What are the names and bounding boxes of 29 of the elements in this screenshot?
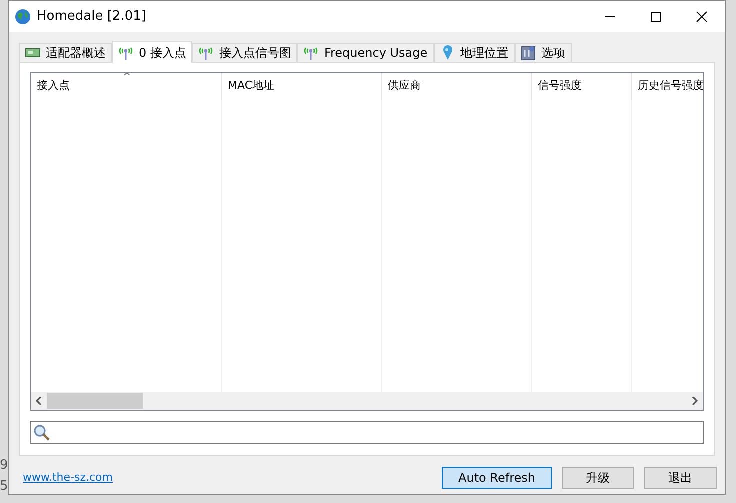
- button[interactable]: Auto Refresh: [442, 467, 552, 489]
- sort-indicator: ^: [123, 73, 132, 85]
- globe-icon: [15, 8, 31, 24]
- scroll-left-icon[interactable]: [36, 397, 42, 405]
- tab[interactable]: 0 接入点: [112, 41, 192, 63]
- column-header[interactable]: 供应商: [382, 73, 532, 100]
- column-header[interactable]: 信号强度: [532, 73, 632, 100]
- window-title: Homedale [2.01]: [37, 8, 146, 26]
- tab[interactable]: 适配器概述: [19, 43, 112, 62]
- column-header[interactable]: MAC地址: [222, 73, 382, 100]
- options-icon: [520, 45, 537, 61]
- tab[interactable]: 接入点信号图: [192, 43, 298, 62]
- maximize-icon[interactable]: [650, 10, 662, 22]
- button[interactable]: 退出: [644, 467, 717, 489]
- antenna-icon: [198, 45, 214, 61]
- search-icon: [33, 424, 51, 442]
- tab[interactable]: Frequency Usage: [297, 43, 434, 62]
- tab[interactable]: 地理位置: [434, 43, 515, 62]
- scrollbar-thumb[interactable]: [47, 393, 143, 409]
- horizontal-scrollbar[interactable]: [31, 392, 703, 410]
- background-text: 9: [0, 457, 8, 475]
- search-field[interactable]: [30, 421, 704, 444]
- button[interactable]: 升级: [562, 467, 634, 489]
- tab[interactable]: 选项: [514, 43, 572, 62]
- background-text: 5: [0, 478, 8, 496]
- close-icon[interactable]: [696, 10, 708, 22]
- website-link[interactable]: www.the-sz.com: [23, 470, 113, 486]
- scroll-right-icon[interactable]: [692, 397, 698, 405]
- antenna-icon: [303, 45, 320, 61]
